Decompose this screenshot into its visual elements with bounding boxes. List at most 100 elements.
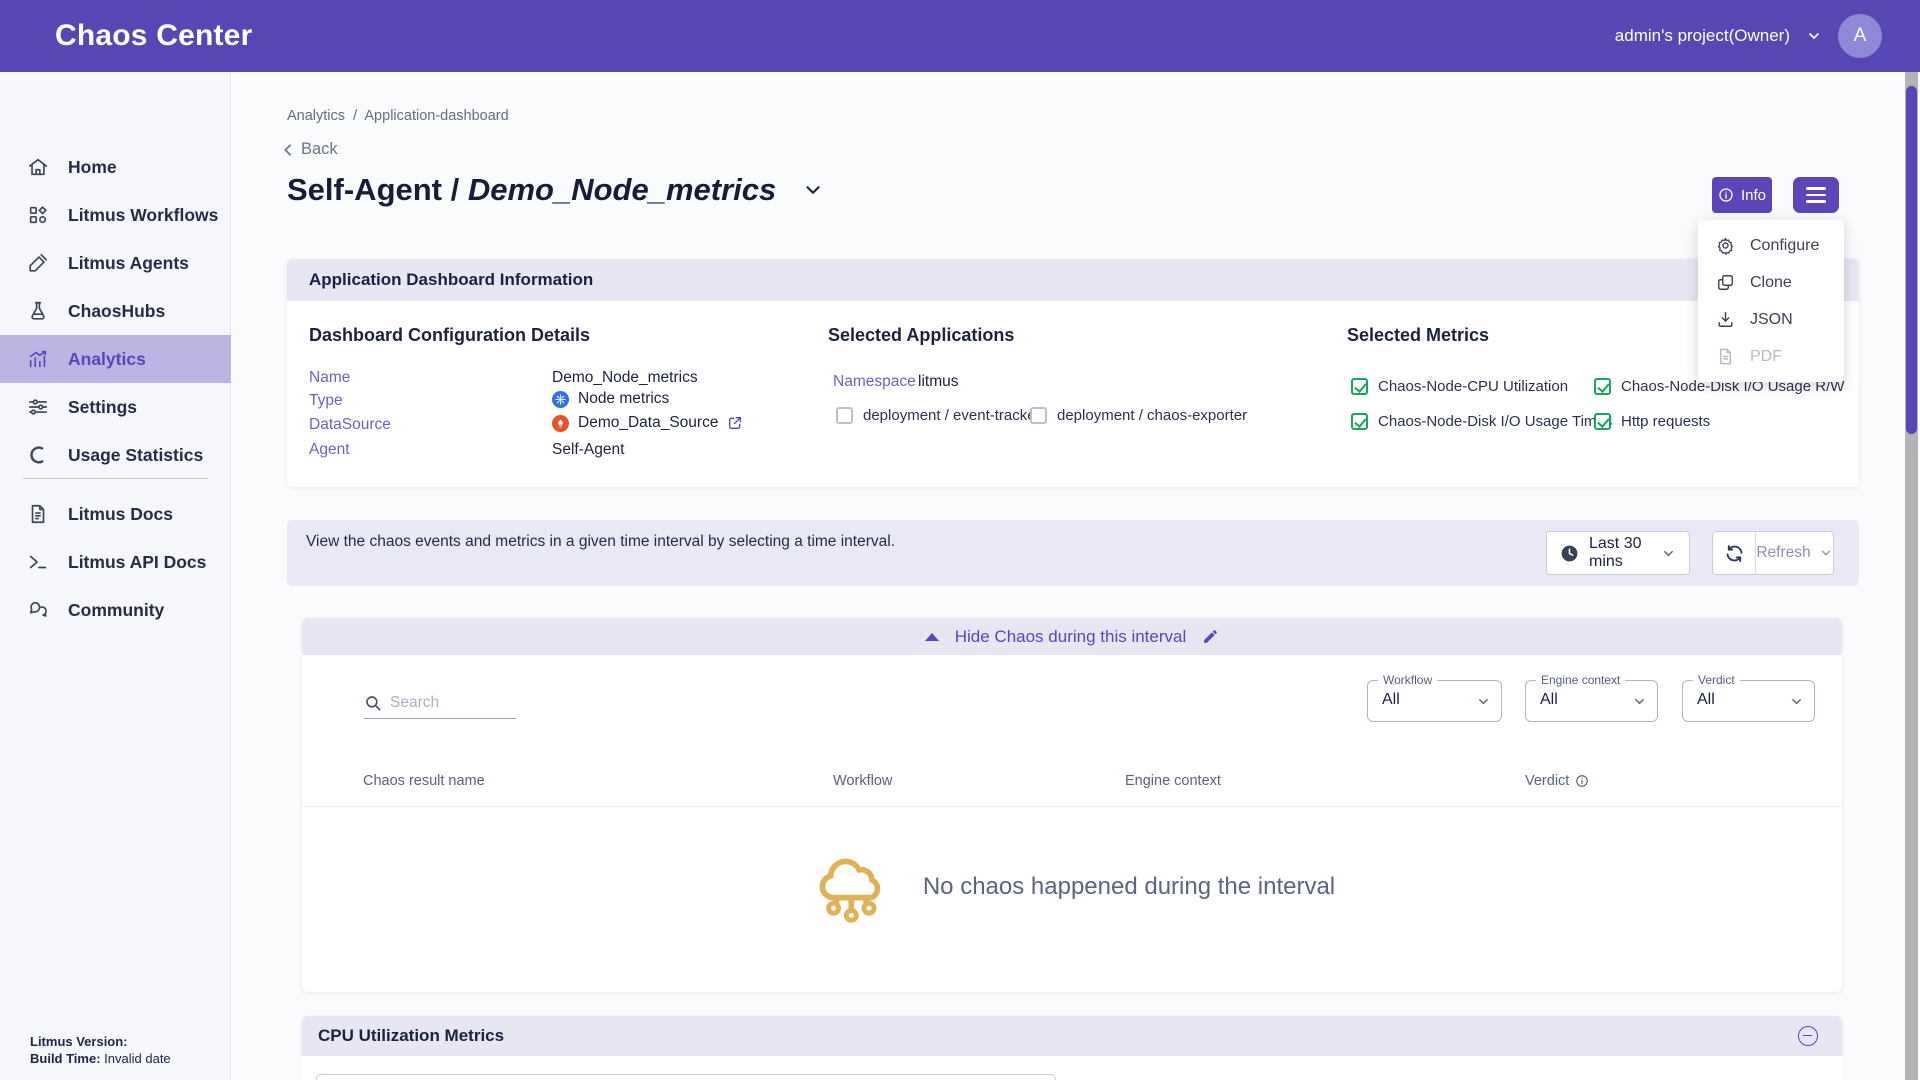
time-interval-description: View the chaos events and metrics in a g… [306,531,1006,553]
analytics-icon [27,348,49,370]
version-info: Litmus Version: Build Time: Invalid date [30,1033,171,1067]
datasource-value: Demo_Data_Source [552,414,743,432]
time-range-select[interactable]: Last 30 mins [1546,531,1690,575]
chevron-down-icon [1819,546,1833,560]
chevron-left-icon [282,143,294,157]
info-circle-icon[interactable] [1575,774,1589,788]
checkbox-checked[interactable] [1594,378,1611,395]
column-workflow: Workflow [833,773,892,789]
chevron-down-icon [1632,694,1647,709]
sidebar-item-settings[interactable]: Settings [0,383,231,431]
project-selector[interactable]: admin's project(Owner) [1615,26,1790,46]
chevron-down-icon [1789,694,1804,709]
metric-checkbox-disk-times[interactable]: Chaos-Node-Disk I/O Usage Times [1351,413,1612,430]
checkbox-unchecked[interactable] [1030,407,1047,424]
app-header: Chaos Center admin's project(Owner) A [0,0,1920,72]
cpu-utilization-panel-body [302,1056,1842,1080]
sidebar-item-chaoshubs[interactable]: ChaosHubs [0,287,231,335]
sidebar-item-analytics[interactable]: Analytics [0,335,231,383]
info-button[interactable]: Info [1712,177,1772,213]
scrollbar-thumb[interactable] [1906,86,1917,434]
breadcrumb-analytics[interactable]: Analytics [287,108,345,124]
selected-metrics-title: Selected Metrics [1347,325,1489,346]
refresh-dropdown[interactable]: Refresh [1756,544,1833,562]
sidebar-item-home[interactable]: Home [0,143,231,191]
cloud-network-icon [809,848,895,926]
chevron-down-icon[interactable] [1806,28,1822,44]
sidebar-item-litmus-agents[interactable]: Litmus Agents [0,239,231,287]
sidebar-item-usage-statistics[interactable]: Usage Statistics [0,431,231,479]
empty-state: No chaos happened during the interval [302,848,1842,926]
external-link-icon[interactable] [727,415,743,431]
datasource-label: DataSource [309,416,391,434]
clock-icon [1560,544,1579,563]
checkbox-checked[interactable] [1351,378,1368,395]
chevron-down-icon [1476,694,1491,709]
back-button[interactable]: Back [282,140,338,159]
table-header-divider [302,806,1842,807]
edit-pencil-icon[interactable] [1202,628,1219,645]
hide-chaos-toggle[interactable]: Hide Chaos during this interval [302,618,1842,655]
sidebar-item-community[interactable]: Community [0,586,231,634]
app-title: Chaos Center [55,19,252,53]
sidebar-item-litmus-docs[interactable]: Litmus Docs [0,490,231,538]
engine-context-filter[interactable]: Engine context All [1525,680,1658,722]
time-interval-section: View the chaos events and metrics in a g… [287,520,1859,586]
download-icon [1716,310,1735,329]
dashboard-name: Demo_Node_metrics [468,172,776,208]
caret-up-icon [925,633,939,641]
clone-icon [1716,273,1735,292]
scrollbar-track[interactable] [1905,72,1918,1080]
sidebar-item-litmus-api-docs[interactable]: Litmus API Docs [0,538,231,586]
selected-applications-title: Selected Applications [828,325,1014,346]
column-verdict: Verdict [1525,773,1589,789]
info-icon [1718,187,1734,203]
avatar[interactable]: A [1838,14,1882,58]
search-field [364,694,516,719]
checkbox-checked[interactable] [1594,413,1611,430]
sidebar: Home Litmus Workflows Litmus Agents Chao… [0,72,231,1080]
workflow-filter[interactable]: Workflow All [1367,680,1502,722]
app-checkbox-event-tracker[interactable]: deployment / event-tracker [836,407,1041,424]
search-icon [364,694,382,712]
checkbox-unchecked[interactable] [836,407,853,424]
title-chevron-down-icon[interactable] [802,179,824,201]
menu-item-pdf[interactable]: PDF [1698,338,1844,375]
breadcrumb-application-dashboard[interactable]: Application-dashboard [364,108,508,124]
menu-item-configure[interactable]: Configure [1698,227,1844,264]
prometheus-icon [552,415,569,432]
name-value: Demo_Node_metrics [552,369,698,387]
sidebar-item-litmus-workflows[interactable]: Litmus Workflows [0,191,231,239]
namespace-value: litmus [918,373,958,391]
sliders-icon [27,396,49,418]
checkbox-checked[interactable] [1351,413,1368,430]
gear-icon [1716,236,1735,255]
type-value: Node metrics [552,390,669,408]
app-checkbox-chaos-exporter[interactable]: deployment / chaos-exporter [1030,407,1247,424]
verdict-filter[interactable]: Verdict All [1682,680,1815,722]
agent-value: Self-Agent [552,441,624,459]
dashboard-actions-menu: Configure Clone JSON PDF [1698,220,1844,382]
refresh-group: Refresh [1712,531,1834,575]
sync-button[interactable] [1713,532,1756,574]
terminal-icon [27,551,49,573]
hamburger-icon [1806,187,1826,203]
dashboard-menu-button[interactable] [1793,177,1839,213]
search-input[interactable] [390,694,508,712]
menu-item-clone[interactable]: Clone [1698,264,1844,301]
file-icon [1716,347,1735,366]
chart-legend-box [316,1074,1056,1080]
name-label: Name [309,369,350,387]
agent-name: Self-Agent / [287,172,468,208]
community-icon [27,599,49,621]
metric-checkbox-http[interactable]: Http requests [1594,413,1710,430]
collapse-minus-icon[interactable] [1798,1026,1818,1046]
namespace-label: Namespace [833,373,916,391]
metric-checkbox-cpu[interactable]: Chaos-Node-CPU Utilization [1351,378,1568,395]
menu-item-json[interactable]: JSON [1698,301,1844,338]
sidebar-divider [23,478,208,479]
breadcrumb: Analytics / Application-dashboard [287,108,509,124]
panel-header: Application Dashboard Information [287,259,1859,301]
column-chaos-result-name: Chaos result name [363,773,485,789]
usage-icon [27,444,49,466]
